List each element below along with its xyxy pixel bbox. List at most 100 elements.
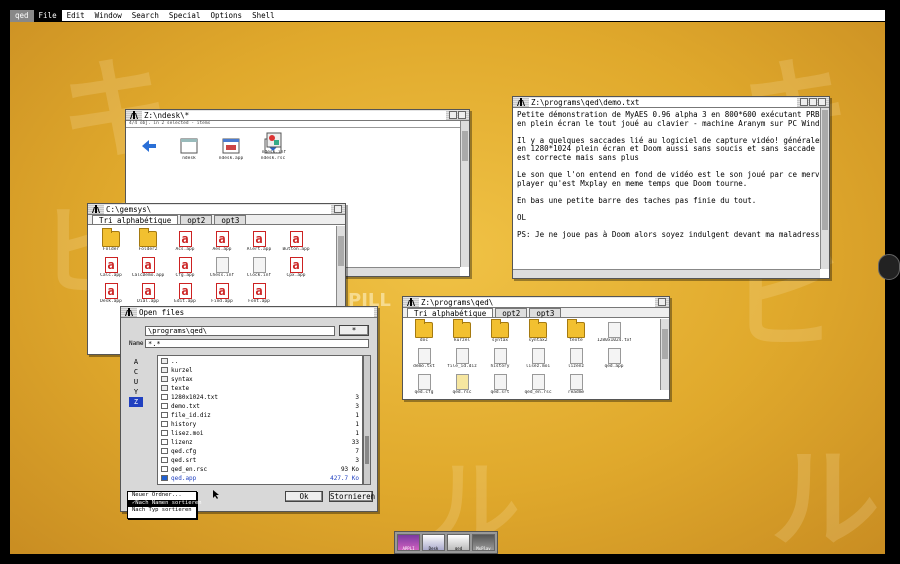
close-button[interactable]	[818, 98, 826, 106]
file-icon[interactable]: Chess.inf	[205, 257, 239, 278]
window-qed-titlebar[interactable]: Z:\programs\qed\	[403, 297, 669, 308]
file-icon[interactable]: Clock.inf	[242, 257, 276, 278]
menu-new-folder[interactable]: Neuer Ordner...	[128, 492, 196, 500]
file-icon[interactable]: lizenz	[559, 348, 593, 369]
file-icon[interactable]: a Desk.app	[94, 283, 128, 304]
file-icon[interactable]: qed_en.rsc	[521, 374, 555, 395]
window-demo-titlebar[interactable]: Z:\programs\qed\demo.txt	[513, 97, 829, 108]
horizontal-scrollbar[interactable]	[513, 269, 820, 278]
window-ndesk-titlebar[interactable]: Z:\ndesk\*	[126, 110, 469, 121]
file-icon[interactable]: kurzel	[445, 319, 479, 343]
iconify-button[interactable]	[449, 111, 457, 119]
tab-alpha[interactable]: Tri alphabétique	[407, 308, 494, 318]
file-list-row[interactable]: kurzel	[158, 366, 362, 375]
fuller-button[interactable]	[658, 298, 666, 306]
file-icon[interactable]: history	[483, 348, 517, 369]
file-icon[interactable]: file_id.diz	[445, 348, 479, 369]
cancel-button[interactable]: Stornieren	[329, 491, 375, 502]
drive-button[interactable]: A	[129, 357, 143, 367]
vertical-scrollbar[interactable]	[460, 121, 469, 267]
menu-shell[interactable]: Shell	[247, 10, 280, 22]
dialog-titlebar[interactable]: Open files	[121, 307, 377, 318]
file-list-row[interactable]: qed.cfg 7	[158, 447, 362, 456]
fuller-button[interactable]	[334, 205, 342, 213]
path-field[interactable]: \programs\qed\	[145, 326, 335, 336]
file-list-row[interactable]: qed.srt 3	[158, 456, 362, 465]
menu-edit[interactable]: Edit	[62, 10, 90, 22]
file-list-row[interactable]: ..	[158, 357, 362, 366]
file-icon[interactable]: 1280x1024.txt	[597, 322, 631, 343]
file-list-row[interactable]: syntax	[158, 375, 362, 384]
drive-button[interactable]: C	[129, 367, 143, 377]
file-icon[interactable]: syntax2	[521, 319, 555, 343]
file-icon[interactable]: doc	[407, 319, 441, 343]
file-icon[interactable]: qed.cfg	[407, 374, 441, 395]
file-icon[interactable]: a Button.app	[279, 231, 313, 252]
file-icon[interactable]: a Find.app	[205, 283, 239, 304]
file-list-row[interactable]: 1280x1024.txt 3	[158, 393, 362, 402]
file-icon[interactable]: Folder2	[131, 228, 165, 252]
file-list-row[interactable]: lizenz 33	[158, 438, 362, 447]
file-icon[interactable]: a CalcDemo.app	[131, 257, 165, 278]
file-list-row[interactable]: texte	[158, 384, 362, 393]
file-list-row[interactable]: qed_en.rsc 93 Ko	[158, 465, 362, 474]
file-icon[interactable]: a Acs.app	[168, 231, 202, 252]
menu-window[interactable]: Window	[90, 10, 127, 22]
file-list-row[interactable]: qed.app 427.7 Ko	[158, 474, 362, 483]
iconify-button[interactable]	[800, 98, 808, 106]
file-icon[interactable]: texte	[559, 319, 593, 343]
file-icon[interactable]: demo.txt	[407, 348, 441, 369]
text-editor-body[interactable]: Petite démonstration de MyAES 0.96 alpha…	[513, 108, 829, 268]
menu-app-name[interactable]: qed	[10, 9, 34, 22]
file-icon[interactable]: qed.rsc	[445, 374, 479, 395]
file-list-row[interactable]: file_id.diz 1	[158, 411, 362, 420]
path-filter-button[interactable]: *	[339, 325, 369, 336]
taskbar-item-appli[interactable]: APPLI	[397, 534, 420, 551]
window-gemsys-titlebar[interactable]: C:\gemsys\	[88, 204, 345, 215]
desktop-icon[interactable]: ndesk.inf	[257, 132, 291, 155]
file-list-row[interactable]: demo.txt 3	[158, 402, 362, 411]
file-icon[interactable]: Folder	[94, 228, 128, 252]
tab-opt3[interactable]: opt3	[529, 308, 562, 318]
taskbar-item-desk[interactable]: Desk	[422, 534, 445, 551]
desktop-icon[interactable]	[132, 138, 166, 156]
file-icon[interactable]: a Edit.app	[168, 283, 202, 304]
fuller-button[interactable]	[458, 111, 466, 119]
file-icon[interactable]: a Calc.app	[94, 257, 128, 278]
tab-opt2[interactable]: opt2	[180, 215, 213, 225]
file-icon[interactable]: a Aes.app	[205, 231, 239, 252]
ok-button[interactable]: Ok	[285, 491, 323, 502]
tab-opt2[interactable]: opt2	[495, 308, 528, 318]
desktop-icon[interactable]: ndesk.app	[214, 138, 248, 161]
tab-opt3[interactable]: opt3	[214, 215, 247, 225]
file-icon[interactable]: a Font.app	[242, 283, 276, 304]
menu-search[interactable]: Search	[127, 10, 164, 22]
fuller-button[interactable]	[809, 98, 817, 106]
menu-sort-by-type[interactable]: Nach Typ sortieren	[128, 507, 196, 515]
vertical-scrollbar[interactable]	[820, 108, 829, 269]
menu-special[interactable]: Special	[164, 10, 206, 22]
menu-file[interactable]: File	[33, 9, 62, 22]
menu-options[interactable]: Options	[205, 10, 247, 22]
drive-button[interactable]: U	[129, 377, 143, 387]
drive-button[interactable]: Z	[129, 397, 143, 407]
drive-button[interactable]: Y	[129, 387, 143, 397]
side-tab-handle[interactable]	[878, 254, 900, 280]
file-list-row[interactable]: history 1	[158, 420, 362, 429]
file-icon[interactable]: qed.srt	[483, 374, 517, 395]
menu-sort-by-name[interactable]: ✓Nach Namen sortieren	[128, 499, 202, 507]
file-icon[interactable]: a Cpx.app	[279, 257, 313, 278]
file-icon[interactable]: a Alert.app	[242, 231, 276, 252]
taskbar-item-mxplay[interactable]: MxPlay	[472, 534, 495, 551]
file-list-scrollbar[interactable]	[363, 355, 371, 485]
file-icon[interactable]: qed.app	[597, 348, 631, 369]
taskbar-item-qed[interactable]: qed	[447, 534, 470, 551]
desktop-icon[interactable]: ndesk	[172, 138, 206, 161]
file-icon[interactable]: lisez.moi	[521, 348, 555, 369]
tab-alpha[interactable]: Tri alphabétique	[92, 215, 179, 225]
file-icon[interactable]: syntax	[483, 319, 517, 343]
name-field[interactable]: *.*	[145, 339, 369, 348]
file-icon[interactable]: a Cfg.app	[168, 257, 202, 278]
vertical-scrollbar[interactable]	[660, 319, 669, 390]
file-icon[interactable]: a Dial.app	[131, 283, 165, 304]
